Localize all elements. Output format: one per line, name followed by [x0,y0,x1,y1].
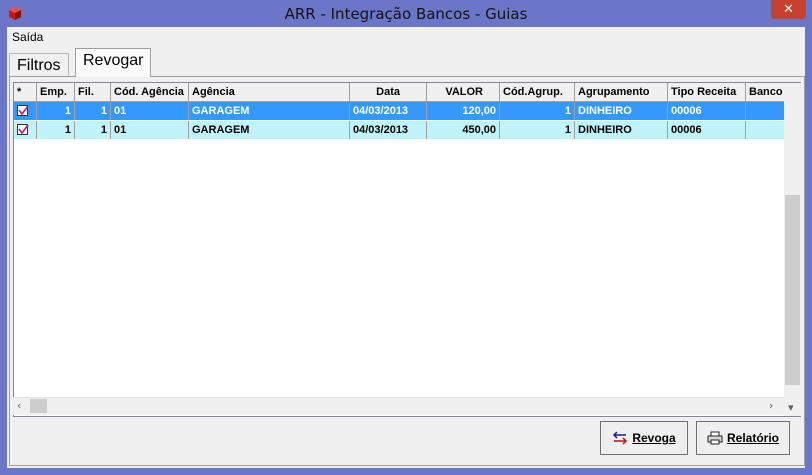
cell-agencia: GARAGEM [189,102,350,120]
cell-cod-agencia: 01 [111,121,189,139]
col-header-emp[interactable]: Emp. [37,83,75,101]
cell-emp: 1 [37,121,75,139]
cell-valor: 450,00 [427,121,500,139]
menu-bar: Saída [7,27,805,47]
vertical-scroll-thumb[interactable] [785,195,800,385]
menu-item-saida[interactable]: Saída [12,30,43,44]
col-header-select[interactable]: * [14,83,37,101]
cell-agencia: GARAGEM [189,121,350,139]
checkmark-icon [18,105,29,116]
scroll-left-arrow-icon[interactable]: ‹ [17,399,21,412]
cell-cod-agrup: 1 [500,121,575,139]
horizontal-scroll-thumb[interactable] [30,399,47,413]
cell-data: 04/03/2013 [350,102,427,120]
table-row[interactable]: 1 1 01 GARAGEM 04/03/2013 120,00 1 DINHE… [14,102,785,120]
cell-tipo-receita: 00006 [668,121,746,139]
cell-banco [746,121,785,139]
cell-data: 04/03/2013 [350,121,427,139]
col-header-valor[interactable]: VALOR [427,83,500,101]
cell-agrupamento: DINHEIRO [575,102,668,120]
cell-cod-agrup: 1 [500,102,575,120]
col-header-cod-agencia[interactable]: Cód. Agência [111,83,189,101]
cell-emp: 1 [37,102,75,120]
col-header-agencia[interactable]: Agência [189,83,350,101]
revogar-panel: * Emp. Fil. Cód. Agência Agência Data VA… [9,76,805,466]
col-header-agrupamento[interactable]: Agrupamento [575,83,668,101]
window-title: ARR - Integração Bancos - Guias [284,5,528,23]
main-window: Saída Filtros Revogar * Emp. Fil. Cód. A… [7,27,805,468]
scroll-down-arrow-icon[interactable]: ▾ [788,401,794,414]
close-button[interactable]: ✕ [771,0,806,19]
cell-agrupamento: DINHEIRO [575,121,668,139]
cell-valor: 120,00 [427,102,500,120]
row-select-cell[interactable] [14,102,37,120]
cell-fil: 1 [75,102,111,120]
revoke-arrows-icon [613,431,628,445]
vertical-scrollbar[interactable]: ▾ [784,82,801,417]
row-checkbox[interactable] [17,105,29,116]
col-header-banco[interactable]: Banco [746,83,785,101]
col-header-tipo-receita[interactable]: Tipo Receita [668,83,746,101]
cell-tipo-receita: 00006 [668,102,746,120]
relatorio-button-label: Relatório [726,431,779,445]
col-header-fil[interactable]: Fil. [75,83,111,101]
tab-revogar[interactable]: Revogar [75,48,152,77]
tab-filtros[interactable]: Filtros [9,53,69,78]
checkmark-icon [18,124,29,135]
row-checkbox[interactable] [17,124,29,135]
scroll-right-arrow-icon[interactable]: › [769,399,773,412]
revoga-button[interactable]: Revoga [600,421,688,455]
row-select-cell[interactable] [14,121,37,139]
grid-header: * Emp. Fil. Cód. Agência Agência Data VA… [14,83,785,102]
horizontal-scrollbar[interactable]: ‹ › [13,397,784,415]
revoga-button-label: Revoga [632,431,676,445]
relatorio-button[interactable]: Relatório [696,421,790,455]
printer-icon [707,431,723,445]
table-row[interactable]: 1 1 01 GARAGEM 04/03/2013 450,00 1 DINHE… [14,121,785,139]
tab-strip: Filtros Revogar [9,47,799,78]
col-header-cod-agrup[interactable]: Cód.Agrup. [500,83,575,101]
cell-cod-agencia: 01 [111,102,189,120]
guias-grid[interactable]: * Emp. Fil. Cód. Agência Agência Data VA… [13,82,786,417]
cell-banco [746,102,785,120]
cell-fil: 1 [75,121,111,139]
col-header-data[interactable]: Data [350,83,427,101]
title-bar: ARR - Integração Bancos - Guias ✕ [0,0,812,27]
